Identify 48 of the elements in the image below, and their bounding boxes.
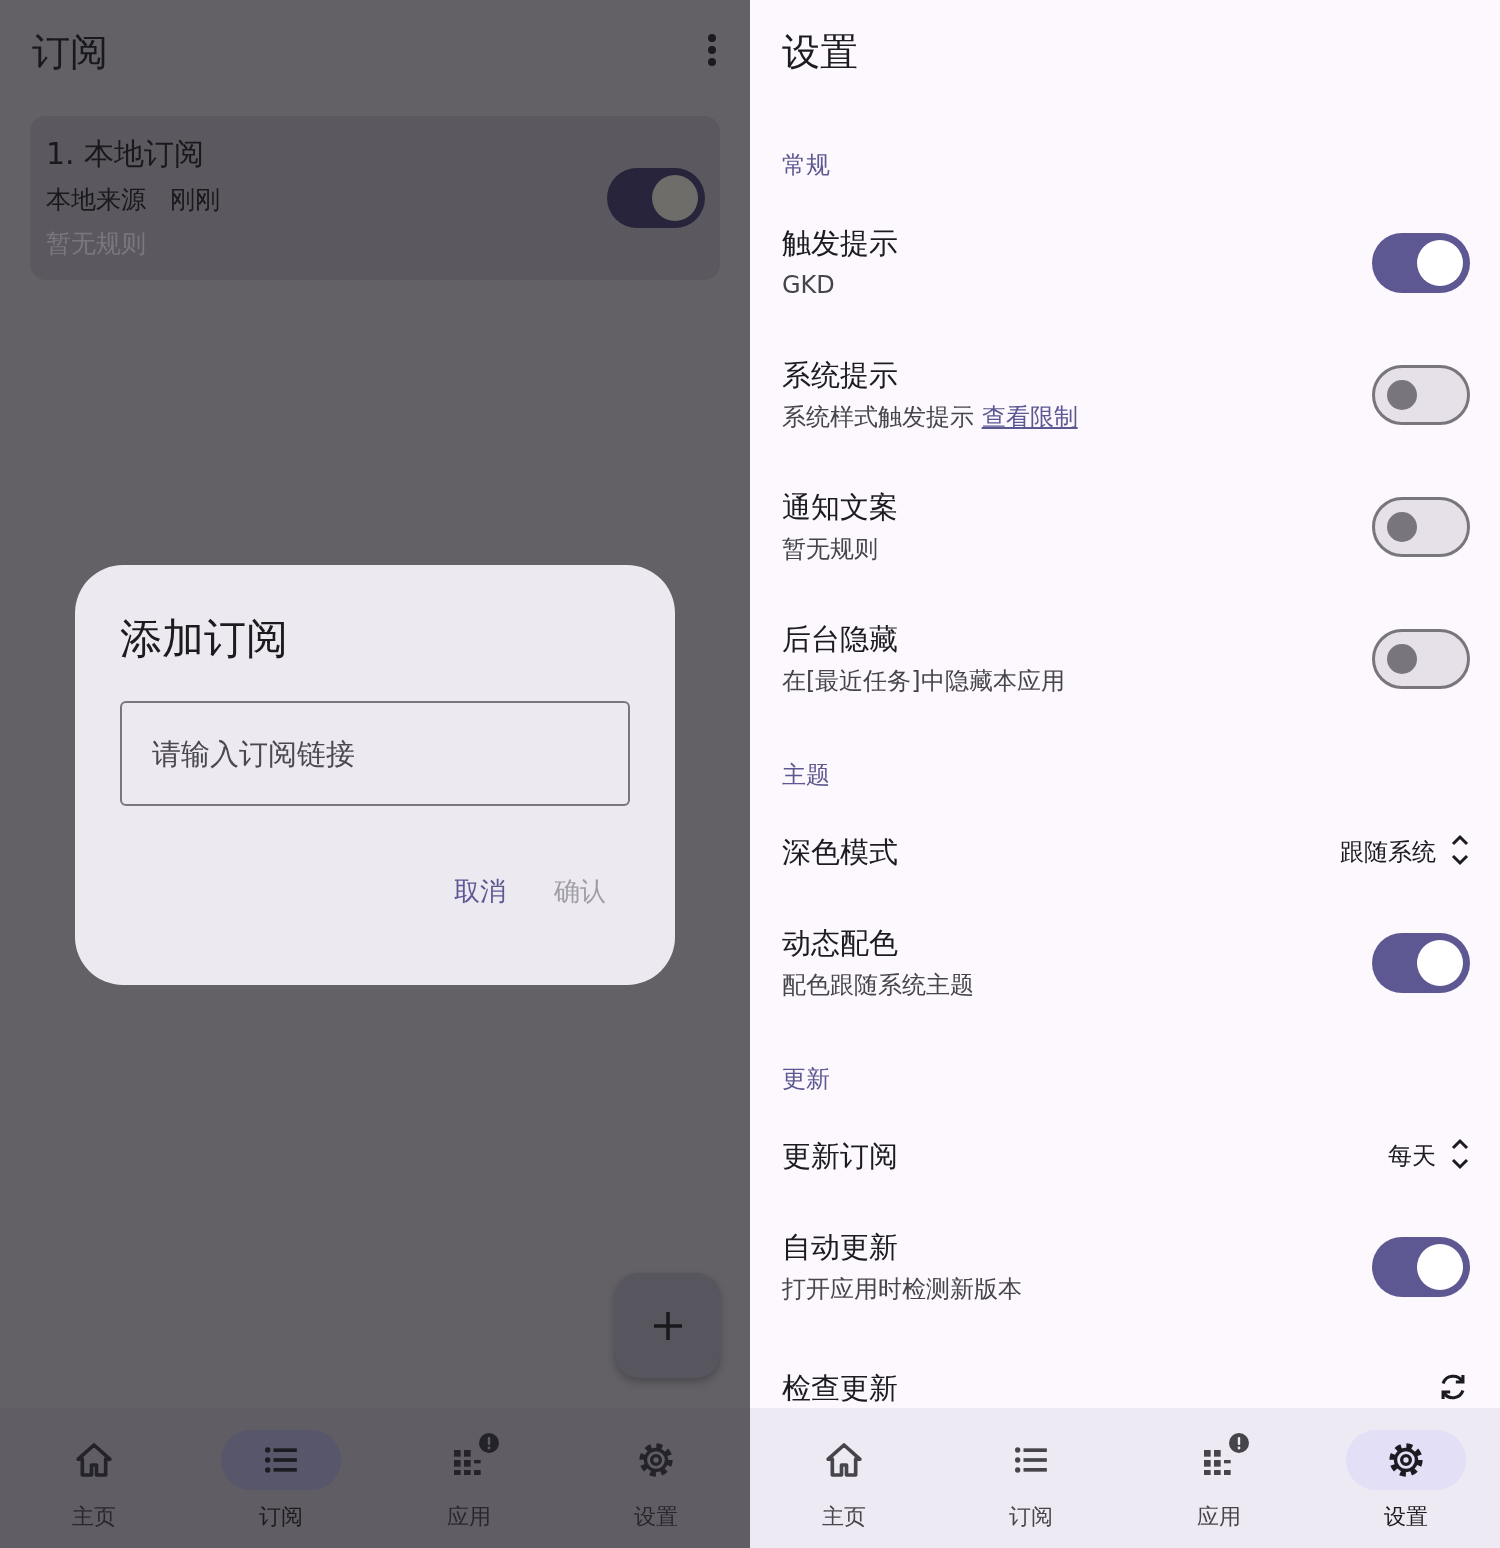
alert-badge-icon (1228, 1433, 1249, 1453)
setting-description: 配色跟随系统主题 (782, 970, 974, 1001)
alert-badge-icon (478, 1433, 499, 1453)
nav-tab[interactable]: 设置 (1312, 1408, 1500, 1548)
dropdown-value[interactable]: 每天 (1388, 1140, 1436, 1172)
toggle-switch[interactable] (607, 168, 705, 228)
toggle-switch[interactable] (1372, 233, 1470, 293)
subscription-name: 1. 本地订阅 (46, 135, 206, 173)
more-menu-icon[interactable] (706, 33, 718, 67)
toggle-switch[interactable] (1372, 365, 1470, 425)
setting-title: 更新订阅 (782, 1138, 898, 1175)
source-label: 本地来源 (46, 184, 146, 216)
setting-description: 暂无规则 (782, 534, 879, 565)
setting-title: 系统提示 (782, 357, 899, 394)
plus-icon (652, 1310, 683, 1341)
up-down-chevron-icon[interactable] (1450, 1137, 1470, 1171)
limits-link[interactable]: 查看限制 (981, 403, 1078, 431)
setting-description: 打开应用时检测新版本 (782, 1274, 1022, 1305)
nav-tab[interactable]: 应用 (1125, 1408, 1313, 1548)
setting-title: 检查更新 (782, 1370, 898, 1407)
setting-title: 深色模式 (782, 834, 898, 871)
section-header: 常规 (782, 151, 830, 179)
setting-description: 系统样式触发提示 查看限制 (782, 402, 1078, 433)
setting-title: 后台隐藏 (782, 621, 899, 658)
home-icon (823, 1440, 864, 1480)
screen-title: 订阅 (32, 28, 108, 76)
dialog-title: 添加订阅 (120, 613, 289, 665)
setting-title: 动态配色 (782, 925, 899, 962)
toggle-switch[interactable] (1372, 497, 1470, 557)
update-time: 刚刚 (170, 184, 220, 216)
screen-title: 设置 (782, 30, 858, 74)
nav-tab[interactable]: 订阅 (937, 1408, 1125, 1548)
setting-title: 触发提示 (782, 225, 898, 262)
setting-title: 自动更新 (782, 1229, 899, 1266)
nav-tab[interactable]: 主页 (750, 1408, 938, 1548)
cancel-button[interactable]: 取消 (440, 864, 520, 919)
section-header: 主题 (782, 761, 830, 789)
toggle-switch[interactable] (1372, 933, 1470, 993)
url-input-field[interactable]: 请输入订阅链接 (120, 701, 630, 806)
dropdown-value[interactable]: 跟随系统 (1340, 836, 1436, 868)
section-header: 更新 (782, 1065, 830, 1093)
home-icon (73, 1440, 114, 1480)
setting-description: GKD (782, 270, 836, 301)
toggle-switch[interactable] (1372, 629, 1470, 689)
setting-title: 通知文案 (782, 489, 898, 526)
toggle-switch[interactable] (1372, 1237, 1470, 1297)
setting-description: 在[最近任务]中隐藏本应用 (782, 666, 1065, 697)
up-down-chevron-icon[interactable] (1450, 833, 1470, 867)
